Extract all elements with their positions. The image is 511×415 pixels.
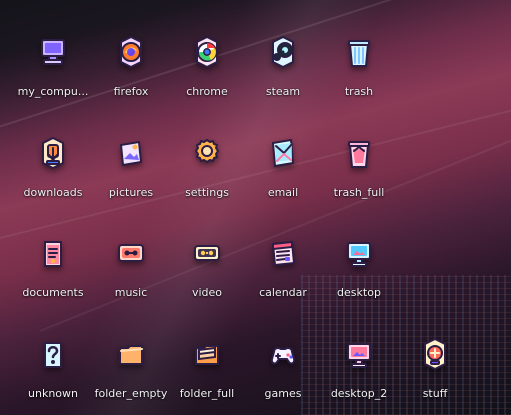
desktop-icon-trash-full[interactable]: trash_full	[319, 111, 399, 207]
desktop-icon-calendar[interactable]: calendar	[243, 211, 323, 307]
desktop-icon-label: my_compu...	[17, 85, 89, 98]
desktop-icon-label: folder_empty	[94, 387, 168, 400]
desktop-icon-folder-full[interactable]: folder_full	[167, 312, 247, 408]
desktop-icon-stuff[interactable]: stuff	[395, 312, 475, 408]
desktop-icon-my-computer[interactable]: my_compu...	[13, 10, 93, 106]
desktop-2-icon	[339, 334, 379, 374]
desktop-icon-label: music	[114, 286, 148, 299]
firefox-icon	[111, 32, 151, 72]
downloads-icon	[33, 133, 73, 173]
desktop-icon-art	[339, 233, 379, 273]
desktop-icon-unknown[interactable]: unknown	[13, 312, 93, 408]
desktop-icon-label: settings	[185, 186, 229, 199]
desktop-icon-label: calendar	[259, 286, 307, 299]
desktop-icon-email[interactable]: email	[243, 111, 323, 207]
desktop-icon-label: email	[267, 186, 299, 199]
desktop-icon-label: unknown	[28, 387, 78, 400]
desktop-icon-label: chrome	[186, 85, 228, 98]
gear-icon	[187, 133, 227, 173]
desktop-icon-label: folder_full	[179, 387, 235, 400]
desktop-icon-label: trash_full	[333, 186, 385, 199]
desktop-background: my_compu... firefox chrome steam trash d…	[0, 0, 511, 415]
desktop-icon-video[interactable]: video	[167, 211, 247, 307]
desktop-icon-games[interactable]: games	[243, 312, 323, 408]
steam-icon	[263, 32, 303, 72]
desktop-icon-label: pictures	[108, 186, 154, 199]
desktop-icon-steam[interactable]: steam	[243, 10, 323, 106]
music-icon	[111, 233, 151, 273]
computer-icon	[33, 32, 73, 72]
desktop-icon-pictures[interactable]: pictures	[91, 111, 171, 207]
desktop-icon-label: video	[191, 286, 223, 299]
folder-empty-icon	[111, 334, 151, 374]
desktop-icon-documents[interactable]: documents	[13, 211, 93, 307]
desktop-icon-firefox[interactable]: firefox	[91, 10, 171, 106]
gamepad-icon	[263, 334, 303, 374]
desktop-icon-label: steam	[265, 85, 301, 98]
chrome-icon	[187, 32, 227, 72]
question-icon	[33, 334, 73, 374]
desktop-icon-downloads[interactable]: downloads	[13, 111, 93, 207]
desktop-icon-desktop-2[interactable]: desktop_2	[319, 312, 399, 408]
desktop-icon-label: downloads	[23, 186, 83, 199]
pictures-icon	[111, 133, 151, 173]
video-icon	[187, 233, 227, 273]
desktop-icon-label: desktop_2	[330, 387, 388, 400]
documents-icon	[33, 233, 73, 273]
trash-icon	[339, 32, 379, 72]
desktop-icon-label: games	[264, 387, 302, 400]
desktop-icon-label: trash	[344, 85, 374, 98]
stuff-icon	[415, 334, 455, 374]
desktop-icon-label: desktop	[337, 286, 381, 299]
email-icon	[263, 133, 303, 173]
desktop-icon-music[interactable]: music	[91, 211, 171, 307]
desktop-icon-trash[interactable]: trash	[319, 10, 399, 106]
desktop-icon-settings[interactable]: settings	[167, 111, 247, 207]
desktop-icon-label: stuff	[422, 387, 448, 400]
desktop-icon-chrome[interactable]: chrome	[167, 10, 247, 106]
calendar-icon	[263, 233, 303, 273]
desktop-icon-desktop[interactable]: desktop	[319, 211, 399, 307]
folder-full-icon	[187, 334, 227, 374]
desktop-icon-label: firefox	[113, 85, 149, 98]
trash-full-icon	[339, 133, 379, 173]
desktop-icon-label: documents	[22, 286, 84, 299]
desktop-icon-folder-empty[interactable]: folder_empty	[91, 312, 171, 408]
